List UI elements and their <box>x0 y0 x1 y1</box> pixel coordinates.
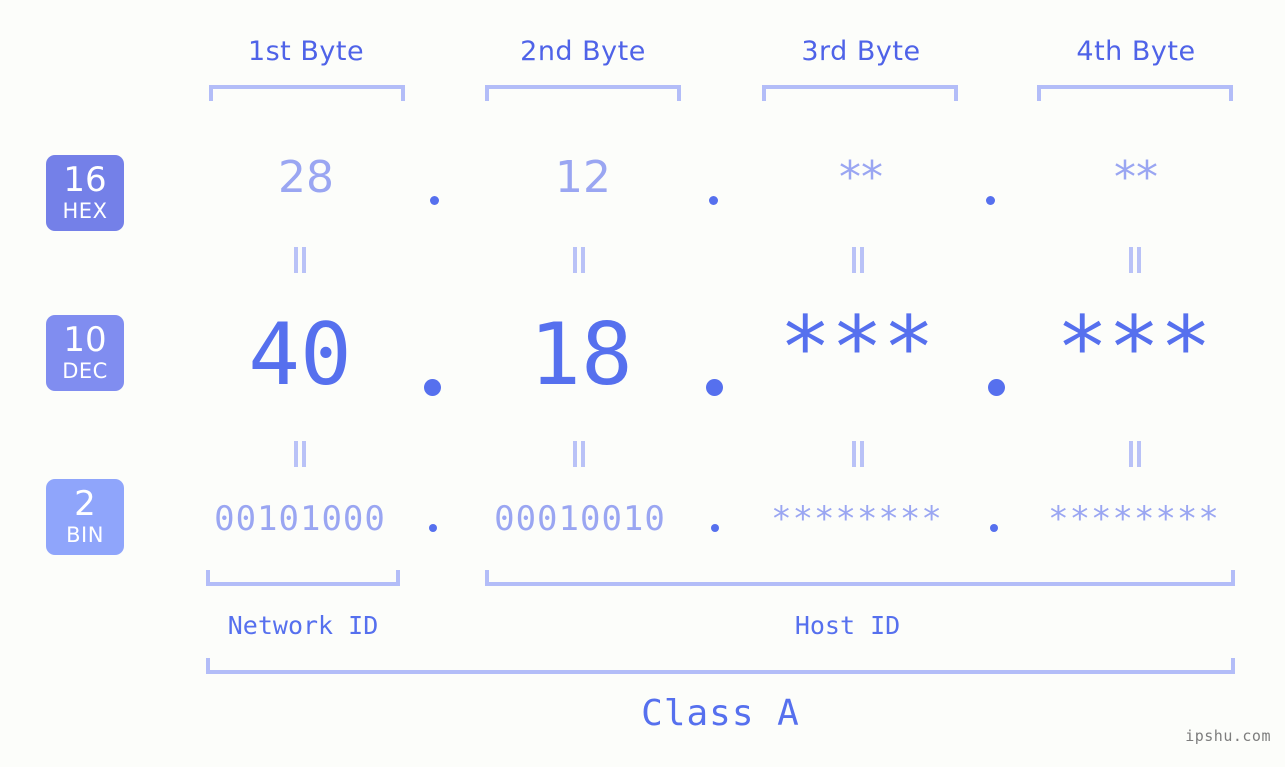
watermark: ipshu.com <box>1185 727 1271 745</box>
equals-connector-dec-bin-4 <box>1127 441 1143 467</box>
equals-connector-dec-bin-1 <box>292 441 308 467</box>
base-badge-hex-label: HEX <box>62 199 108 223</box>
dec-byte-3: *** <box>737 298 977 398</box>
class-label: Class A <box>206 692 1235 736</box>
base-badge-bin: 2 BIN <box>46 479 124 555</box>
dec-byte-2: 18 <box>461 305 701 405</box>
watermark-text: ipshu.com <box>1185 727 1271 745</box>
equals-connector-hex-dec-2 <box>571 247 587 273</box>
byte-3-bracket <box>762 85 958 101</box>
class-bracket <box>206 658 1235 674</box>
bin-separator-2 <box>711 524 719 532</box>
byte-header-4: 4th Byte <box>1016 32 1256 72</box>
hex-byte-1-value: 28 <box>278 152 334 203</box>
byte-4-bracket <box>1037 85 1233 101</box>
network-id-text: Network ID <box>227 611 379 640</box>
host-id-text: Host ID <box>794 611 901 640</box>
byte-header-2: 2nd Byte <box>463 32 703 72</box>
dec-byte-4-value: *** <box>1056 298 1212 398</box>
equals-connector-dec-bin-2 <box>571 441 587 467</box>
byte-header-3: 3rd Byte <box>741 32 981 72</box>
dec-byte-3-value: *** <box>779 298 935 398</box>
equals-connector-hex-dec-3 <box>850 247 866 273</box>
dec-byte-4: *** <box>1014 298 1254 398</box>
byte-header-4-label: 4th Byte <box>1076 36 1196 67</box>
hex-byte-1: 28 <box>186 152 426 204</box>
hex-byte-4-value: ** <box>1114 152 1158 203</box>
dec-separator-3 <box>988 379 1005 396</box>
base-badge-hex: 16 HEX <box>46 155 124 231</box>
base-badge-dec-label: DEC <box>62 359 108 383</box>
byte-header-2-label: 2nd Byte <box>520 36 646 67</box>
dec-separator-2 <box>706 379 723 396</box>
network-id-label: Network ID <box>183 610 423 642</box>
base-badge-dec-number: 10 <box>63 320 107 360</box>
hex-separator-1 <box>430 196 439 205</box>
dec-byte-2-value: 18 <box>529 305 633 405</box>
hex-byte-3-value: ** <box>839 152 883 203</box>
equals-connector-hex-dec-1 <box>292 247 308 273</box>
hex-byte-2: 12 <box>463 152 703 204</box>
bin-byte-2-value: 00010010 <box>494 499 666 539</box>
network-id-bracket <box>206 570 400 586</box>
byte-2-bracket <box>485 85 681 101</box>
byte-header-1-label: 1st Byte <box>247 36 365 67</box>
hex-byte-4: ** <box>1016 152 1256 204</box>
dec-separator-1 <box>424 379 441 396</box>
equals-connector-hex-dec-4 <box>1127 247 1143 273</box>
hex-byte-2-value: 12 <box>555 152 611 203</box>
hex-byte-3: ** <box>741 152 981 204</box>
bin-byte-3-value: ******** <box>771 499 943 539</box>
base-badge-dec: 10 DEC <box>46 315 124 391</box>
hex-separator-3 <box>986 196 995 205</box>
class-label-text: Class A <box>641 693 800 734</box>
bin-separator-1 <box>429 524 437 532</box>
bin-separator-3 <box>990 524 998 532</box>
ip-address-breakdown-diagram: 1st Byte 2nd Byte 3rd Byte 4th Byte 16 H… <box>0 0 1285 767</box>
byte-header-1: 1st Byte <box>186 32 426 72</box>
base-badge-hex-number: 16 <box>63 160 107 200</box>
hex-separator-2 <box>709 196 718 205</box>
byte-header-3-label: 3rd Byte <box>801 36 921 67</box>
bin-byte-1: 00101000 <box>180 498 420 540</box>
bin-byte-1-value: 00101000 <box>214 499 386 539</box>
base-badge-bin-number: 2 <box>74 484 96 524</box>
bin-byte-4: ******** <box>1014 498 1254 540</box>
dec-byte-1-value: 40 <box>248 305 352 405</box>
host-id-bracket <box>485 570 1235 586</box>
bin-byte-3: ******** <box>737 498 977 540</box>
dec-byte-1: 40 <box>180 305 420 405</box>
bin-byte-2: 00010010 <box>460 498 700 540</box>
host-id-label: Host ID <box>740 610 955 642</box>
bin-byte-4-value: ******** <box>1048 499 1220 539</box>
equals-connector-dec-bin-3 <box>850 441 866 467</box>
base-badge-bin-label: BIN <box>66 523 104 547</box>
byte-1-bracket <box>209 85 405 101</box>
